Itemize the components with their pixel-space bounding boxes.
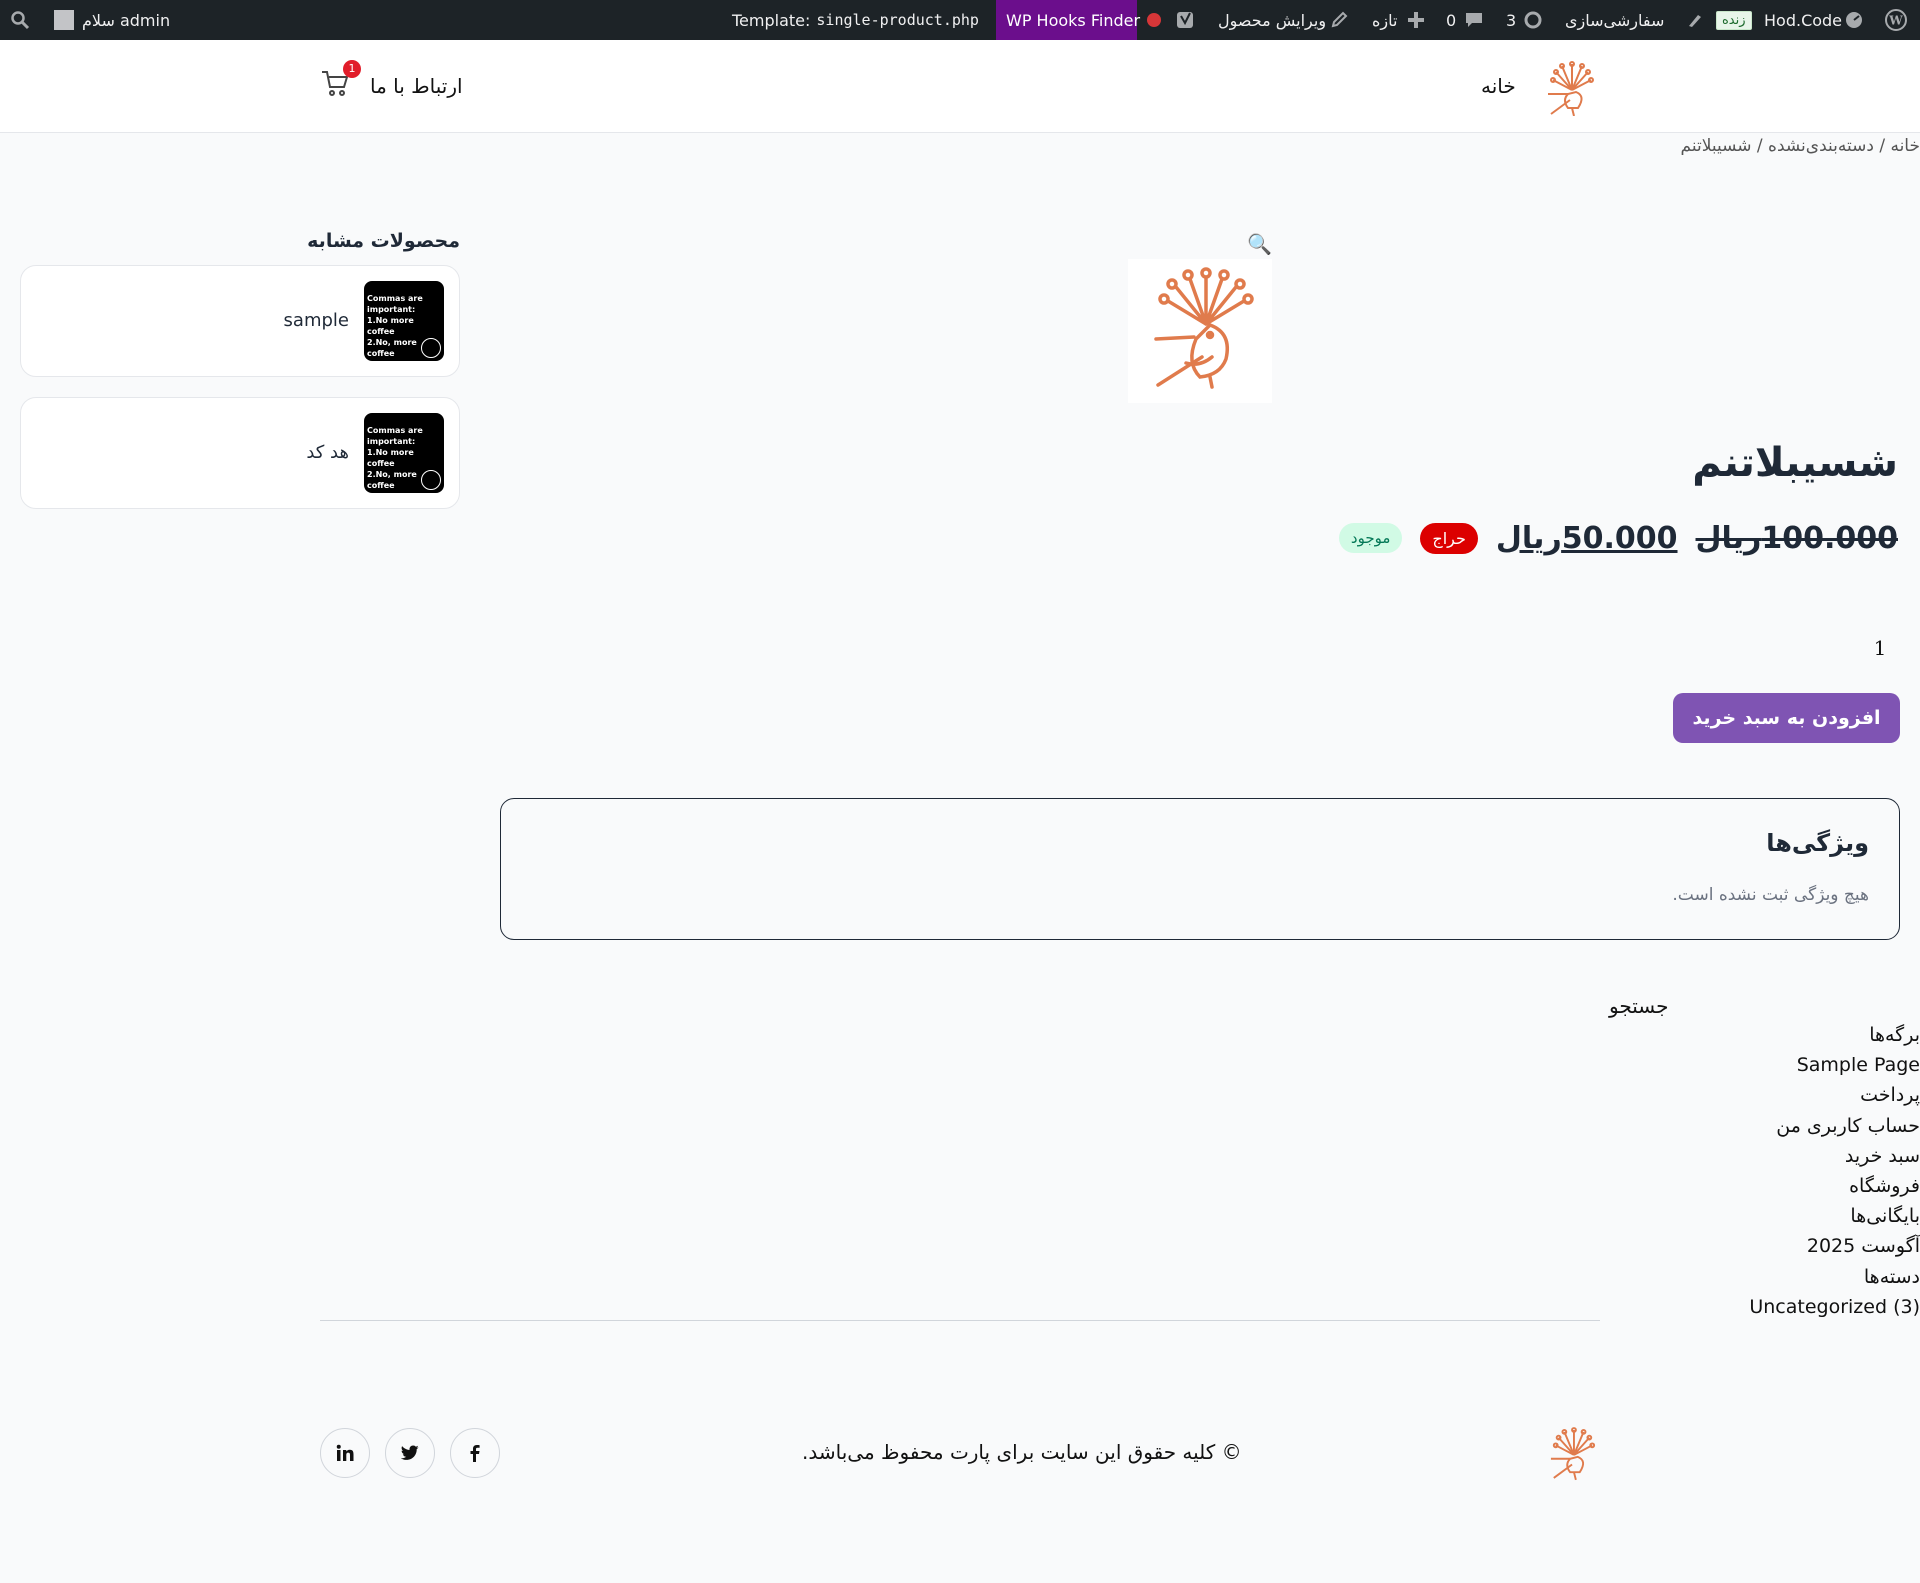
sale-badge: حراج xyxy=(1420,522,1478,554)
greeting: سلام admin xyxy=(82,10,171,30)
related-product-card[interactable]: Commas are important: 1.No more coffee 2… xyxy=(20,265,460,377)
nav-contact[interactable]: ارتباط با ما xyxy=(370,74,463,98)
related-title: محصولات مشابه xyxy=(307,230,460,252)
template-indicator: Template: single-product.php xyxy=(732,0,979,40)
product-image[interactable] xyxy=(1128,259,1272,403)
dashboard-icon[interactable] xyxy=(1844,0,1864,40)
seal-icon xyxy=(421,470,441,490)
related-product-name[interactable]: sample xyxy=(284,310,349,331)
breadcrumb[interactable]: خانه / دسته‌بندی‌نشده / شسیبلاتنم xyxy=(1681,136,1920,156)
brush-icon xyxy=(1686,0,1704,40)
thumb-line: 1.No more coffee xyxy=(367,316,414,336)
page-link[interactable]: پرداخت xyxy=(1749,1080,1920,1110)
thumb-line: important: xyxy=(367,437,416,446)
linkedin-icon[interactable] xyxy=(320,1428,370,1478)
page-link[interactable]: فروشگاه xyxy=(1749,1171,1920,1201)
archive-link[interactable]: آگوست 2025 xyxy=(1749,1231,1920,1261)
recording-dot-icon xyxy=(1147,0,1161,40)
page-link[interactable]: Sample Page xyxy=(1749,1050,1920,1080)
live-badge: زنده xyxy=(1716,10,1752,30)
related-product-name[interactable]: هد کد xyxy=(306,442,349,463)
template-prefix: Template: xyxy=(732,10,811,30)
product-thumbnail[interactable]: Commas are important: 1.No more coffee 2… xyxy=(364,281,444,361)
svg-text:W: W xyxy=(1888,14,1903,28)
zoom-icon[interactable]: 🔍 xyxy=(1247,232,1272,256)
sale-price: 50.000ریال xyxy=(1495,520,1678,556)
comment-icon xyxy=(1464,0,1484,40)
footer-logo[interactable] xyxy=(1549,1425,1597,1485)
wordpress-icon[interactable]: W xyxy=(1885,0,1907,40)
plus-icon xyxy=(1408,0,1424,40)
copyright-text: © کلیه حقوق این سایت برای پارت محفوظ می‌… xyxy=(802,1440,1242,1464)
stock-badge: موجود xyxy=(1338,523,1403,553)
yoast-icon[interactable] xyxy=(1176,0,1196,40)
quantity-input[interactable] xyxy=(1860,636,1900,660)
product-thumbnail[interactable]: Commas are important: 1.No more coffee 2… xyxy=(364,413,444,493)
add-to-cart-button[interactable]: افزودن به سبد خرید xyxy=(1673,693,1900,743)
archives-widget-title: بایگانی‌ها xyxy=(1850,1205,1920,1228)
pencil-icon xyxy=(1330,0,1348,40)
category-link[interactable]: Uncategorized (3) xyxy=(1749,1292,1920,1322)
updates-count[interactable]: 3 xyxy=(1506,0,1516,40)
site-logo[interactable] xyxy=(1546,60,1596,120)
admin-bar: W Hod.Code زنده سفارشی‌سازی 3 0 تازه ویر… xyxy=(0,0,1920,40)
avatar xyxy=(54,10,74,30)
categories-widget-title: دسته‌ها xyxy=(1863,1265,1920,1288)
search-icon[interactable] xyxy=(10,0,30,40)
product-title: شسیبلاتنم xyxy=(1692,440,1898,486)
related-product-card[interactable]: Commas are important: 1.No more coffee 2… xyxy=(20,397,460,509)
widget-area: برگه‌ها Sample Page پرداخت حساب کاربری م… xyxy=(1749,1020,1920,1322)
live-badge-wrap: زنده xyxy=(1716,0,1752,40)
seal-icon xyxy=(421,338,441,358)
features-empty-text: هیچ ویژگی ثبت نشده است. xyxy=(1672,885,1869,905)
template-file: single-product.php xyxy=(816,11,979,29)
twitter-icon[interactable] xyxy=(385,1428,435,1478)
footer-divider xyxy=(320,1320,1600,1321)
old-price: 100.000ریال xyxy=(1695,520,1898,556)
features-box: ویژگی‌ها هیچ ویژگی ثبت نشده است. xyxy=(500,798,1900,940)
account-menu[interactable]: سلام admin xyxy=(48,0,170,40)
facebook-icon[interactable] xyxy=(450,1428,500,1478)
thumb-line: important: xyxy=(367,305,416,314)
nav-home[interactable]: خانه xyxy=(1481,74,1516,98)
wp-hooks-finder-button[interactable]: WP Hooks Finder xyxy=(996,0,1140,40)
cart-count-badge: 1 xyxy=(343,60,361,78)
new-link[interactable]: تازه xyxy=(1372,0,1397,40)
pages-widget-title: برگه‌ها xyxy=(1869,1024,1920,1046)
features-title: ویژگی‌ها xyxy=(1766,829,1869,857)
comments-count[interactable]: 0 xyxy=(1446,0,1456,40)
updates-icon xyxy=(1523,0,1543,40)
price-row: 100.000ریال 50.000ریال حراج موجود xyxy=(1338,518,1898,558)
thumb-line: 1.No more coffee xyxy=(367,448,414,468)
thumb-line: Commas are xyxy=(367,294,423,303)
site-header: خانه ارتباط با ما 1 xyxy=(0,40,1920,133)
page-link[interactable]: حساب کاربری من xyxy=(1749,1111,1920,1141)
page-link[interactable]: سبد خرید xyxy=(1749,1141,1920,1171)
search-widget-label[interactable]: جستجو xyxy=(1609,994,1668,1018)
edit-product-link[interactable]: ویرایش محصول xyxy=(1218,0,1326,40)
thumb-line: Commas are xyxy=(367,426,423,435)
customize-link[interactable]: سفارشی‌سازی xyxy=(1565,0,1664,40)
site-name-link[interactable]: Hod.Code xyxy=(1764,0,1842,40)
